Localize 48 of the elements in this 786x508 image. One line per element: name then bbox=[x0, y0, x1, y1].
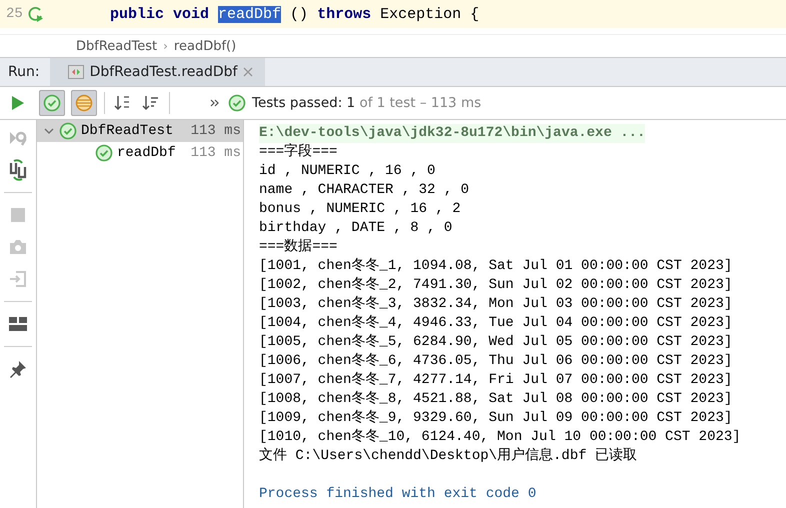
show-ignored-button[interactable] bbox=[71, 90, 97, 116]
console-line: 文件 C:\Users\chendd\Desktop\用户信息.dbf 已读取 bbox=[259, 447, 638, 466]
code-keyword: public void bbox=[110, 6, 210, 22]
run-tab[interactable]: DbfReadTest.readDbf bbox=[50, 58, 266, 86]
test-status: Tests passed: 1 of 1 test – 113 ms bbox=[252, 95, 482, 111]
test-duration: 113 ms bbox=[190, 123, 242, 139]
run-rerun-icon[interactable] bbox=[26, 5, 45, 23]
console-command: E:\dev-tools\java\jdk32-8u172\bin\java.exe ... bbox=[259, 124, 646, 143]
check-icon bbox=[228, 94, 246, 112]
test-name: readDbf bbox=[117, 145, 177, 161]
selected-code: readDbf bbox=[218, 6, 282, 22]
code-text: () bbox=[290, 6, 308, 22]
run-icon[interactable] bbox=[11, 95, 25, 111]
console-line: birthday , DATE , 8 , 0 bbox=[259, 219, 452, 238]
console-line: id , NUMERIC , 16 , 0 bbox=[259, 162, 436, 181]
console-line: ===数据=== bbox=[259, 238, 338, 257]
show-passed-button[interactable] bbox=[39, 90, 65, 116]
console-line: [1005, chen冬冬_5, 6284.90, Wed Jul 05 00:00:00 CST 2023] bbox=[259, 333, 732, 352]
console-line: [1003, chen冬冬_3, 3832.34, Mon Jul 03 00:00:00 CST 2023] bbox=[259, 295, 732, 314]
code-keyword: throws bbox=[317, 6, 372, 22]
console-line: [1001, chen冬冬_1, 1094.08, Sat Jul 01 00:00:00 CST 2023] bbox=[259, 257, 732, 276]
console-line: [1008, chen冬冬_8, 4521.88, Sat Jul 08 00:00:00 CST 2023] bbox=[259, 390, 732, 409]
console-line: [1009, chen冬冬_9, 9329.60, Sun Jul 09 00:00:00 CST 2023] bbox=[259, 409, 732, 428]
line-number: 25 bbox=[6, 6, 23, 22]
test-config-icon bbox=[68, 65, 84, 79]
breadcrumb[interactable]: DbfReadTest bbox=[76, 38, 158, 54]
chevron-icon[interactable] bbox=[210, 98, 220, 108]
breadcrumb[interactable]: readDbf() bbox=[174, 38, 236, 54]
exit-message: Process finished with exit code 0 bbox=[259, 485, 536, 504]
check-icon bbox=[59, 122, 77, 140]
console-line: [1002, chen冬冬_2, 7491.30, Sun Jul 02 00:00:00 CST 2023] bbox=[259, 276, 732, 295]
console-line: name , CHARACTER , 32 , 0 bbox=[259, 181, 470, 200]
test-tree-item[interactable]: DbfReadTest 113 ms bbox=[37, 120, 243, 142]
console-line: ===字段=== bbox=[259, 143, 338, 162]
close-icon[interactable] bbox=[243, 67, 254, 77]
console-line: [1010, chen冬冬_10, 6124.40, Mon Jul 10 00:00:00 CST 2023] bbox=[259, 428, 741, 447]
test-tree-item[interactable]: readDbf 113 ms bbox=[37, 142, 243, 164]
test-name: DbfReadTest bbox=[81, 123, 174, 139]
check-icon bbox=[95, 144, 113, 162]
console-line: [1006, chen冬冬_6, 4736.05, Thu Jul 06 00:00:00 CST 2023] bbox=[259, 352, 732, 371]
check-icon bbox=[43, 94, 61, 112]
run-label: Run: bbox=[7, 64, 41, 80]
breadcrumb-separator: › bbox=[163, 39, 168, 53]
test-duration: 113 ms bbox=[190, 145, 242, 161]
console-line: [1007, chen冬冬_7, 4277.14, Fri Jul 07 00:00:00 CST 2023] bbox=[259, 371, 732, 390]
code-text: Exception { bbox=[380, 6, 480, 22]
console-line: [1004, chen冬冬_4, 4946.33, Tue Jul 04 00:00:00 CST 2023] bbox=[259, 314, 732, 333]
console-line: bonus , NUMERIC , 16 , 2 bbox=[259, 200, 461, 219]
